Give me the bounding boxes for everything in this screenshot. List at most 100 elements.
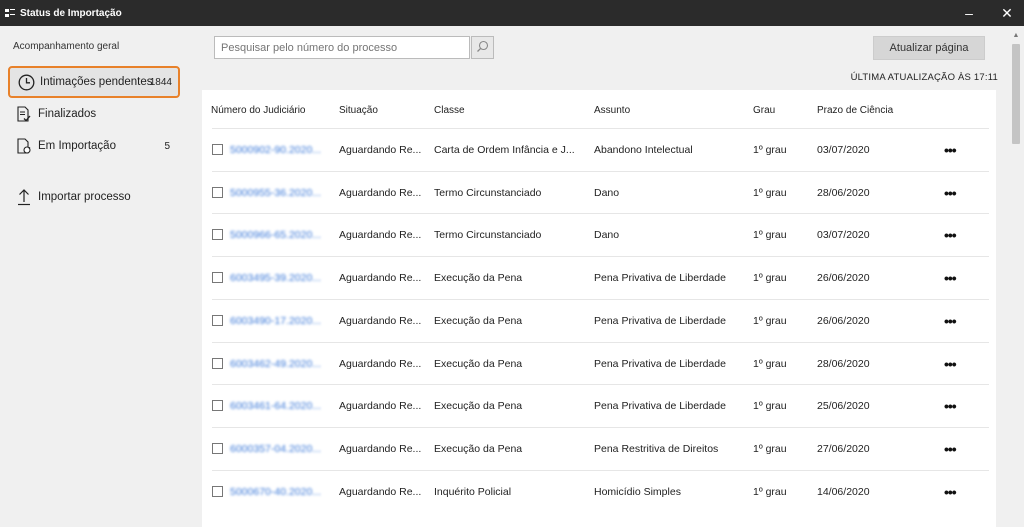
minimize-button[interactable]: – <box>952 0 986 26</box>
process-number-link[interactable]: 6003462-49.2020... <box>230 343 334 385</box>
grau-cell: 1º grau <box>753 485 787 498</box>
document-refresh-icon <box>15 137 33 155</box>
app-icon <box>5 8 15 18</box>
sidebar-item-intimacoes-pendentes[interactable]: Intimações pendentes 1844 <box>8 66 180 98</box>
process-number-link[interactable]: 6000357-04.2020... <box>230 428 334 470</box>
classe-cell: Termo Circunstanciado <box>434 186 542 199</box>
classe-cell: Execução da Pena <box>434 442 523 455</box>
table-row[interactable]: 5000955-36.2020... Aguardando Re... Termo … <box>212 170 989 214</box>
more-options-icon[interactable]: ••• <box>944 172 957 214</box>
situacao-cell: Aguardando Re... <box>339 485 422 498</box>
classe-cell: Execução da Pena <box>434 357 523 370</box>
upload-arrow-icon <box>15 188 33 206</box>
row-checkbox[interactable] <box>212 144 223 155</box>
title-bar: Status de Importação – ✕ <box>0 0 1024 26</box>
search-input[interactable] <box>215 37 447 58</box>
table-row[interactable]: 5000670-40.2020... Aguardando Re... Inquér… <box>212 469 989 513</box>
close-button[interactable]: ✕ <box>990 0 1024 26</box>
process-number-link[interactable]: 5000966-65.2020... <box>230 214 334 256</box>
scrollbar-thumb[interactable] <box>1012 44 1020 144</box>
table-row[interactable]: 6003462-49.2020... Aguardando Re... Execuç… <box>212 341 989 385</box>
classe-cell: Execução da Pena <box>434 314 523 327</box>
situacao-cell: Aguardando Re... <box>339 400 422 413</box>
row-checkbox[interactable] <box>212 357 223 369</box>
row-checkbox[interactable] <box>212 400 223 412</box>
grau-cell: 1º grau <box>753 144 787 156</box>
more-options-icon[interactable]: ••• <box>944 129 957 171</box>
situacao-cell: Aguardando Re... <box>339 229 422 242</box>
process-number-link[interactable]: 5000902-90.2020... <box>230 129 334 171</box>
sidebar-item-label: Finalizados <box>38 108 97 120</box>
sidebar-item-label: Intimações pendentes <box>40 76 153 88</box>
process-number-link[interactable]: 6003495-39.2020... <box>230 257 334 299</box>
assunto-cell: Pena Privativa de Liberdade <box>594 272 726 285</box>
situacao-cell: Aguardando Re... <box>339 442 422 455</box>
grau-cell: 1º grau <box>753 186 787 199</box>
prazo-cell: 25/06/2020 <box>817 400 870 413</box>
row-checkbox[interactable] <box>212 229 223 241</box>
situacao-cell: Aguardando Re... <box>339 144 422 156</box>
more-options-icon[interactable]: ••• <box>944 214 957 256</box>
scroll-up-arrow-icon[interactable]: ▲ <box>1011 31 1021 39</box>
assunto-cell: Dano <box>594 229 620 242</box>
assunto-cell: Dano <box>594 186 620 199</box>
column-header-classe[interactable]: Classe <box>434 105 465 116</box>
more-options-icon[interactable]: ••• <box>944 343 957 385</box>
row-checkbox[interactable] <box>212 442 223 454</box>
more-options-icon[interactable]: ••• <box>944 385 957 427</box>
refresh-page-button[interactable]: Atualizar página <box>873 36 985 60</box>
row-checkbox[interactable] <box>212 485 223 497</box>
search-button[interactable] <box>471 36 494 59</box>
process-number-link[interactable]: 5000670-40.2020... <box>230 471 334 513</box>
pending-count-badge: 1844 <box>149 76 172 88</box>
prazo-cell: 26/06/2020 <box>817 272 870 285</box>
prazo-cell: 28/06/2020 <box>817 357 870 370</box>
window-title: Status de Importação <box>20 7 122 19</box>
column-header-numero[interactable]: Número do Judiciário <box>211 105 306 116</box>
more-options-icon[interactable]: ••• <box>944 300 957 342</box>
situacao-cell: Aguardando Re... <box>339 314 422 327</box>
prazo-cell: 27/06/2020 <box>817 442 870 455</box>
classe-cell: Carta de Ordem Infância e J... <box>434 144 575 156</box>
search-icon <box>476 40 489 56</box>
table-row[interactable]: 6003490-17.2020... Aguardando Re... Execuç… <box>212 298 989 342</box>
document-check-icon <box>15 105 33 123</box>
row-checkbox[interactable] <box>212 272 223 284</box>
more-options-icon[interactable]: ••• <box>944 471 957 513</box>
table-row[interactable]: 5000966-65.2020... Aguardando Re... Termo … <box>212 213 989 256</box>
search-field[interactable] <box>214 36 470 59</box>
table-row[interactable]: 5000902-90.2020... Aguardando Re... Carta … <box>212 128 989 171</box>
sidebar-item-em-importacao[interactable]: Em Importação 5 <box>8 131 180 161</box>
process-number-link[interactable]: 6003490-17.2020... <box>230 300 334 342</box>
last-update-label: ÚLTIMA ATUALIZAÇÃO ÀS 17:11 <box>850 72 998 83</box>
column-header-assunto[interactable]: Assunto <box>594 105 630 116</box>
prazo-cell: 14/06/2020 <box>817 485 870 498</box>
assunto-cell: Abandono Intelectual <box>594 144 693 156</box>
sidebar-item-finalizados[interactable]: Finalizados <box>8 99 180 129</box>
classe-cell: Inquérito Policial <box>434 485 512 498</box>
sidebar: Acompanhamento geral Intimações pendente… <box>0 26 190 527</box>
table-panel: Número do Judiciário Situação Classe Ass… <box>202 90 996 527</box>
process-number-link[interactable]: 5000955-36.2020... <box>230 172 334 214</box>
sidebar-item-importar-processo[interactable]: Importar processo <box>8 182 180 212</box>
table-row[interactable]: 6003495-39.2020... Aguardando Re... Execuç… <box>212 256 989 299</box>
more-options-icon[interactable]: ••• <box>944 257 957 299</box>
more-options-icon[interactable]: ••• <box>944 428 957 470</box>
table-row[interactable]: 6000357-04.2020... Aguardando Re... Execuç… <box>212 426 989 470</box>
assunto-cell: Pena Privativa de Liberdade <box>594 357 726 370</box>
table-row[interactable]: 6003461-64.2020... Aguardando Re... Execuç… <box>212 384 989 427</box>
importing-count-badge: 5 <box>164 140 170 152</box>
row-checkbox[interactable] <box>212 186 223 198</box>
prazo-cell: 28/06/2020 <box>817 186 870 199</box>
column-header-grau[interactable]: Grau <box>753 105 775 116</box>
situacao-cell: Aguardando Re... <box>339 272 422 285</box>
grau-cell: 1º grau <box>753 229 787 242</box>
grau-cell: 1º grau <box>753 357 787 370</box>
column-header-situacao[interactable]: Situação <box>339 105 378 116</box>
assunto-cell: Pena Restritiva de Direitos <box>594 442 719 455</box>
column-header-prazo[interactable]: Prazo de Ciência <box>817 105 893 116</box>
situacao-cell: Aguardando Re... <box>339 186 422 199</box>
classe-cell: Execução da Pena <box>434 272 523 285</box>
process-number-link[interactable]: 6003461-64.2020... <box>230 385 334 427</box>
row-checkbox[interactable] <box>212 314 223 326</box>
